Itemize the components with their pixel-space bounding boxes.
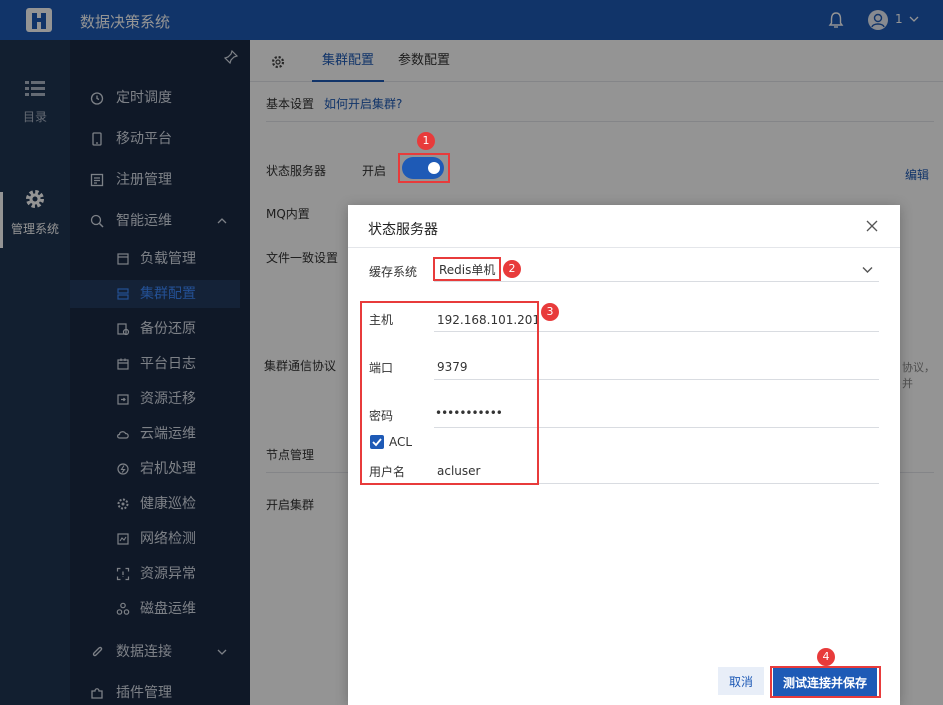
dialog-divider bbox=[348, 247, 900, 248]
cancel-button[interactable]: 取消 bbox=[718, 667, 764, 695]
annotation-badge-3: 3 bbox=[541, 303, 559, 321]
annotation-box-1 bbox=[398, 153, 450, 183]
annotation-box-2 bbox=[433, 257, 501, 281]
chevron-down-icon[interactable] bbox=[861, 263, 874, 276]
annotation-box-3 bbox=[360, 301, 539, 485]
state-server-dialog: 状态服务器 缓存系统 Redis单机 2 主机 192.168.101.201 … bbox=[348, 205, 900, 705]
close-icon[interactable] bbox=[866, 220, 878, 232]
annotation-badge-1: 1 bbox=[417, 132, 435, 150]
cache-system-label: 缓存系统 bbox=[369, 265, 418, 279]
annotation-badge-2: 2 bbox=[503, 260, 521, 278]
annotation-badge-4: 4 bbox=[817, 648, 835, 666]
dialog-title: 状态服务器 bbox=[368, 222, 438, 238]
select-underline bbox=[434, 281, 879, 282]
annotation-box-4 bbox=[770, 666, 881, 698]
